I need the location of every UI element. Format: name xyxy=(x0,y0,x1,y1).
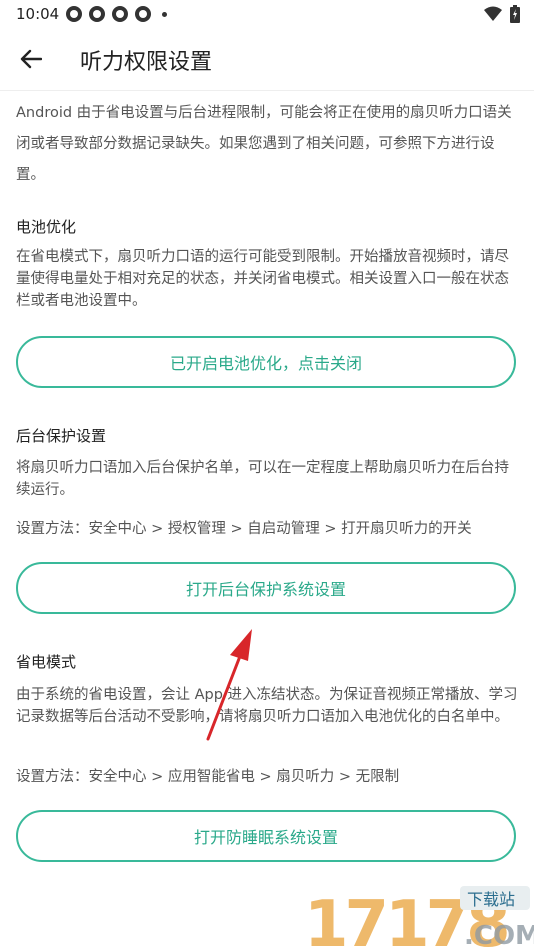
svg-text:下载站: 下载站 xyxy=(467,890,515,909)
status-bar: 10:04 xyxy=(0,0,534,28)
wifi-icon xyxy=(484,6,502,21)
status-system-icons xyxy=(484,5,520,23)
intro-text: Android 由于省电设置与后台进程限制，可能会将正在使用的扇贝听力口语关闭或… xyxy=(16,105,512,183)
notification-icon xyxy=(89,6,105,22)
notification-icon xyxy=(112,6,128,22)
battery-description: 在省电模式下，扇贝听力口语的运行可能受到限制。开始播放音视频时，请尽量使得电量处… xyxy=(16,249,509,309)
header-divider xyxy=(0,90,534,91)
status-notification-icons xyxy=(66,6,167,22)
power-save-method: 设置方法：安全中心 > 应用智能省电 > 扇贝听力 > 无限制 xyxy=(16,769,400,785)
more-notifications-icon xyxy=(162,11,167,17)
back-button[interactable] xyxy=(14,42,48,76)
battery-section-title: 电池优化 xyxy=(16,218,77,236)
app-bar: 听力权限设置 xyxy=(0,28,534,90)
notification-icon xyxy=(66,6,82,22)
svg-text:.COM: .COM xyxy=(464,921,534,950)
battery-icon xyxy=(510,5,520,23)
annotation-arrow-icon xyxy=(206,629,252,741)
background-section-title: 后台保护设置 xyxy=(16,427,107,445)
background-protection-button[interactable]: 打开后台保护系统设置 xyxy=(16,562,516,614)
notification-icon xyxy=(135,6,151,22)
status-time: 10:04 xyxy=(16,5,60,23)
arrow-left-icon xyxy=(20,49,42,69)
power-save-section-title: 省电模式 xyxy=(16,653,77,671)
page-title: 听力权限设置 xyxy=(80,50,213,75)
anti-sleep-settings-button[interactable]: 打开防睡眠系统设置 xyxy=(16,810,516,862)
site-watermark-logo: 17178 下载站 .COM xyxy=(304,886,534,950)
background-method: 设置方法：安全中心 > 授权管理 > 自启动管理 > 打开扇贝听力的开关 xyxy=(16,521,472,537)
battery-optimization-button[interactable]: 已开启电池优化，点击关闭 xyxy=(16,336,516,388)
background-description: 将扇贝听力口语加入后台保护名单，可以在一定程度上帮助扇贝听力在后台持续运行。 xyxy=(16,460,509,498)
